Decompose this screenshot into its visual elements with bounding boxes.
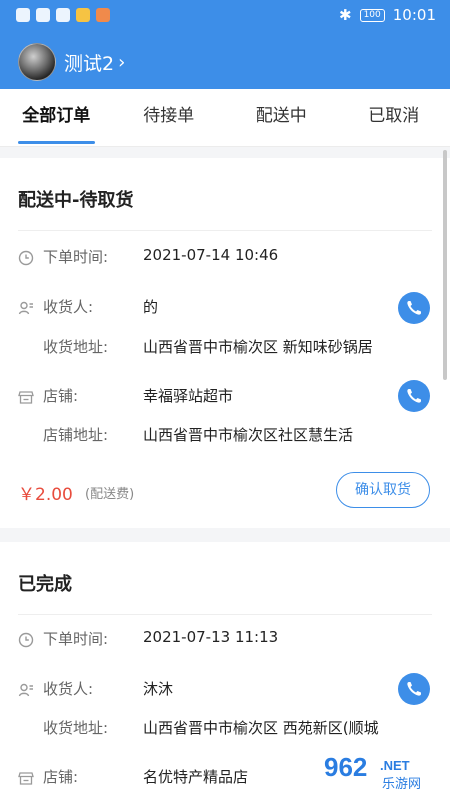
wifi-icon xyxy=(36,8,50,22)
person-card-icon xyxy=(18,683,33,697)
delivery-fee-note: (配送费) xyxy=(85,487,135,502)
avatar[interactable] xyxy=(18,43,56,81)
watermark-logo: 962 .NET 乐游网 xyxy=(324,752,421,792)
watermark-number: 962 xyxy=(324,752,367,782)
receiver-address-value: 山西省晋中市榆次区 西苑新区(顺城 xyxy=(143,719,379,737)
store-address-label: 店铺地址: xyxy=(43,426,109,444)
scrollbar[interactable] xyxy=(443,150,447,380)
store-label: 店铺: xyxy=(43,387,79,405)
battery-indicator: 100 xyxy=(359,8,385,22)
status-icons-right: ✱ 100 10:01 xyxy=(339,6,436,24)
watermark-sub: 乐游网 xyxy=(382,777,421,792)
receiver-address-row: 收货地址: 山西省晋中市榆次区 西苑新区(顺城 xyxy=(0,715,450,743)
status-bar: ✱ 100 10:01 xyxy=(0,0,450,32)
app-header: ✱ 100 10:01 测试2 › xyxy=(0,0,450,89)
clock: 10:01 xyxy=(392,6,436,24)
order-time-row: 下单时间: 2021-07-13 11:13 xyxy=(0,626,450,654)
call-receiver-button[interactable] xyxy=(398,673,430,705)
receiver-address-label: 收货地址: xyxy=(43,719,109,737)
person-card-icon xyxy=(18,301,33,315)
call-receiver-button[interactable] xyxy=(398,292,430,324)
user-profile-link[interactable]: 测试2 › xyxy=(0,38,450,86)
status-icons-left xyxy=(16,8,110,22)
chevron-right-icon[interactable]: › xyxy=(118,52,125,73)
receiver-value: 沐沐 xyxy=(143,680,174,698)
store-label: 店铺: xyxy=(43,768,79,786)
phone-icon xyxy=(407,301,421,315)
watermark-suffix: .NET xyxy=(380,758,410,773)
order-time-value: 2021-07-14 10:46 xyxy=(143,246,279,264)
call-store-button[interactable] xyxy=(398,380,430,412)
divider xyxy=(18,614,432,615)
clock-icon xyxy=(18,632,34,648)
phone-icon xyxy=(407,682,421,696)
notification-icon xyxy=(76,8,90,22)
tab-delivering[interactable]: 配送中 xyxy=(225,89,338,146)
order-time-label: 下单时间: xyxy=(43,248,109,266)
receiver-label: 收货人: xyxy=(43,298,94,316)
username[interactable]: 测试2 xyxy=(64,49,114,76)
tab-all-orders[interactable]: 全部订单 xyxy=(0,89,113,146)
phone-icon xyxy=(407,389,421,403)
store-address-row: 店铺地址: 山西省晋中市榆次区社区慧生活 xyxy=(0,422,450,450)
delivery-fee-amount: ￥2.00 xyxy=(18,485,73,505)
order-status-title: 已完成 xyxy=(18,574,72,595)
store-icon xyxy=(18,391,34,404)
order-card[interactable]: 配送中-待取货 下单时间: 2021-07-14 10:46 收货人: 的 收货… xyxy=(0,158,450,528)
store-address-value: 山西省晋中市榆次区社区慧生活 xyxy=(143,426,354,444)
order-time-row: 下单时间: 2021-07-14 10:46 xyxy=(0,244,450,272)
store-value: 幸福驿站超市 xyxy=(143,387,234,405)
sim-icon xyxy=(16,8,30,22)
bluetooth-icon: ✱ xyxy=(339,6,352,24)
receiver-label: 收货人: xyxy=(43,680,94,698)
receiver-address-value: 山西省晋中市榆次区 新知味砂锅居 xyxy=(143,338,373,356)
clock-icon xyxy=(18,250,34,266)
tab-cancelled[interactable]: 已取消 xyxy=(338,89,450,146)
order-time-label: 下单时间: xyxy=(43,630,109,648)
receiver-value: 的 xyxy=(143,298,159,316)
confirm-pickup-button[interactable]: 确认取货 xyxy=(336,472,430,508)
receiver-address-label: 收货地址: xyxy=(43,338,109,356)
tab-pending[interactable]: 待接单 xyxy=(113,89,226,146)
order-tabs: 全部订单 待接单 配送中 已取消 xyxy=(0,89,450,147)
cloud-icon xyxy=(56,8,70,22)
store-icon xyxy=(18,772,34,785)
order-status-title: 配送中-待取货 xyxy=(18,190,134,211)
divider xyxy=(18,230,432,231)
receiver-row: 收货人: 沐沐 xyxy=(0,676,450,704)
receiver-row: 收货人: 的 xyxy=(0,294,450,322)
store-row: 店铺: 幸福驿站超市 xyxy=(0,383,450,411)
receiver-address-row: 收货地址: 山西省晋中市榆次区 新知味砂锅居 xyxy=(0,334,450,362)
download-icon xyxy=(96,8,110,22)
order-time-value: 2021-07-13 11:13 xyxy=(143,628,279,646)
store-value: 名优特产精品店 xyxy=(143,768,249,786)
